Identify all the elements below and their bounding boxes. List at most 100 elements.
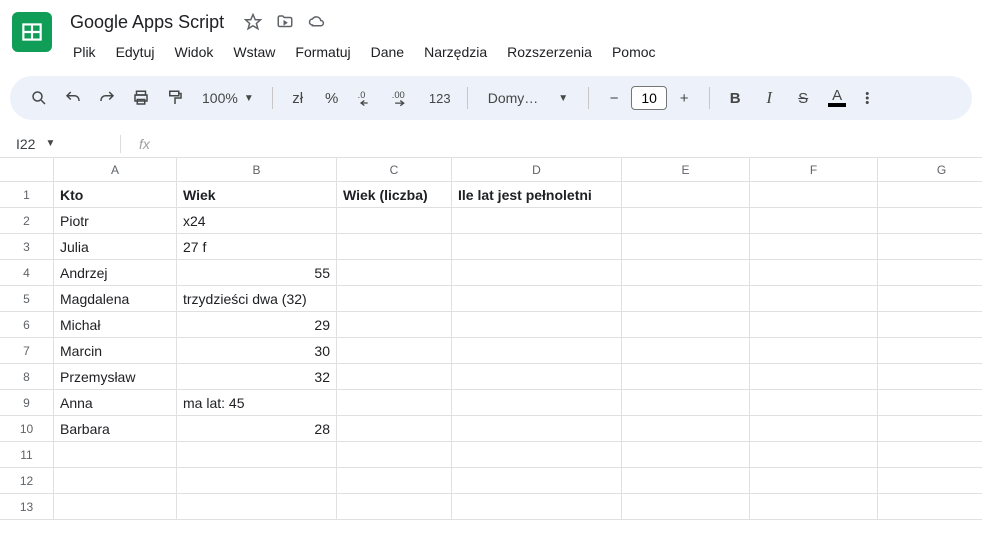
cell[interactable] xyxy=(878,312,982,338)
cell[interactable] xyxy=(622,208,750,234)
cell[interactable] xyxy=(337,494,452,520)
move-folder-icon[interactable] xyxy=(276,13,294,31)
cell[interactable]: Wiek xyxy=(177,182,337,208)
cell[interactable] xyxy=(337,286,452,312)
cell[interactable] xyxy=(452,494,622,520)
cell[interactable] xyxy=(750,390,878,416)
bold-button[interactable]: B xyxy=(720,83,750,113)
cell[interactable] xyxy=(878,208,982,234)
cell[interactable] xyxy=(337,312,452,338)
cell[interactable] xyxy=(750,182,878,208)
cell[interactable] xyxy=(878,182,982,208)
cell[interactable] xyxy=(622,286,750,312)
cell[interactable] xyxy=(337,442,452,468)
cell[interactable] xyxy=(622,312,750,338)
strikethrough-button[interactable]: S xyxy=(788,83,818,113)
star-icon[interactable] xyxy=(244,13,262,31)
cell[interactable]: Piotr xyxy=(54,208,177,234)
decrease-font-button[interactable]: − xyxy=(599,83,629,113)
paint-format-icon[interactable] xyxy=(160,83,190,113)
column-header[interactable]: B xyxy=(177,158,337,182)
spreadsheet-grid[interactable]: ABCDEFG1KtoWiekWiek (liczba)Ile lat jest… xyxy=(0,158,982,520)
cell[interactable] xyxy=(878,416,982,442)
cell[interactable] xyxy=(750,338,878,364)
row-header[interactable]: 7 xyxy=(0,338,54,364)
cell[interactable] xyxy=(177,494,337,520)
cell[interactable] xyxy=(622,338,750,364)
cell[interactable] xyxy=(750,468,878,494)
cloud-status-icon[interactable] xyxy=(308,13,326,31)
decrease-decimal-icon[interactable]: .0 xyxy=(351,83,381,113)
menu-formatuj[interactable]: Formatuj xyxy=(286,40,359,64)
column-header[interactable]: A xyxy=(54,158,177,182)
cell[interactable] xyxy=(337,390,452,416)
cell[interactable] xyxy=(452,260,622,286)
percent-button[interactable]: % xyxy=(317,83,347,113)
cell[interactable] xyxy=(452,312,622,338)
cell[interactable] xyxy=(337,260,452,286)
redo-icon[interactable] xyxy=(92,83,122,113)
cell[interactable]: trzydzieści dwa (32) xyxy=(177,286,337,312)
menu-edytuj[interactable]: Edytuj xyxy=(107,40,164,64)
column-header[interactable]: D xyxy=(452,158,622,182)
cell[interactable] xyxy=(54,468,177,494)
cell[interactable] xyxy=(622,468,750,494)
cell[interactable] xyxy=(177,468,337,494)
cell[interactable] xyxy=(622,390,750,416)
cell[interactable]: Wiek (liczba) xyxy=(337,182,452,208)
font-size-input[interactable] xyxy=(631,86,667,110)
menu-rozszerzenia[interactable]: Rozszerzenia xyxy=(498,40,601,64)
cell[interactable] xyxy=(622,442,750,468)
cell[interactable] xyxy=(622,260,750,286)
cell[interactable] xyxy=(878,494,982,520)
cell[interactable] xyxy=(750,286,878,312)
cell[interactable]: Marcin xyxy=(54,338,177,364)
cell[interactable] xyxy=(337,234,452,260)
cell[interactable] xyxy=(54,494,177,520)
font-family-select[interactable]: Domy…▼ xyxy=(478,90,578,106)
cell[interactable] xyxy=(878,442,982,468)
cell[interactable]: 27 f xyxy=(177,234,337,260)
cell[interactable] xyxy=(750,208,878,234)
cell[interactable]: 55 xyxy=(177,260,337,286)
number-format-button[interactable]: 123 xyxy=(423,83,457,113)
cell[interactable] xyxy=(750,442,878,468)
cell[interactable] xyxy=(750,234,878,260)
cell[interactable]: 28 xyxy=(177,416,337,442)
row-header[interactable]: 11 xyxy=(0,442,54,468)
cell[interactable] xyxy=(337,338,452,364)
cell[interactable] xyxy=(622,416,750,442)
menu-dane[interactable]: Dane xyxy=(362,40,413,64)
cell[interactable] xyxy=(750,260,878,286)
row-header[interactable]: 3 xyxy=(0,234,54,260)
undo-icon[interactable] xyxy=(58,83,88,113)
cell[interactable] xyxy=(622,364,750,390)
cell[interactable] xyxy=(878,468,982,494)
cell[interactable] xyxy=(452,390,622,416)
cell[interactable]: Andrzej xyxy=(54,260,177,286)
cell[interactable] xyxy=(452,208,622,234)
cell[interactable] xyxy=(452,468,622,494)
row-header[interactable]: 1 xyxy=(0,182,54,208)
name-box[interactable]: I22▼ xyxy=(10,136,110,152)
cell[interactable] xyxy=(452,286,622,312)
cell[interactable] xyxy=(337,468,452,494)
row-header[interactable]: 8 xyxy=(0,364,54,390)
cell[interactable] xyxy=(750,416,878,442)
cell[interactable]: Magdalena xyxy=(54,286,177,312)
column-header[interactable]: C xyxy=(337,158,452,182)
row-header[interactable]: 12 xyxy=(0,468,54,494)
cell[interactable] xyxy=(337,364,452,390)
cell[interactable] xyxy=(337,416,452,442)
cell[interactable] xyxy=(622,182,750,208)
cell[interactable]: x24 xyxy=(177,208,337,234)
cell[interactable] xyxy=(878,234,982,260)
cell[interactable] xyxy=(878,390,982,416)
cell[interactable] xyxy=(452,338,622,364)
column-header[interactable]: F xyxy=(750,158,878,182)
cell[interactable] xyxy=(452,364,622,390)
cell[interactable] xyxy=(452,416,622,442)
cell[interactable]: Przemysław xyxy=(54,364,177,390)
cell[interactable] xyxy=(177,442,337,468)
increase-font-button[interactable]: + xyxy=(669,83,699,113)
